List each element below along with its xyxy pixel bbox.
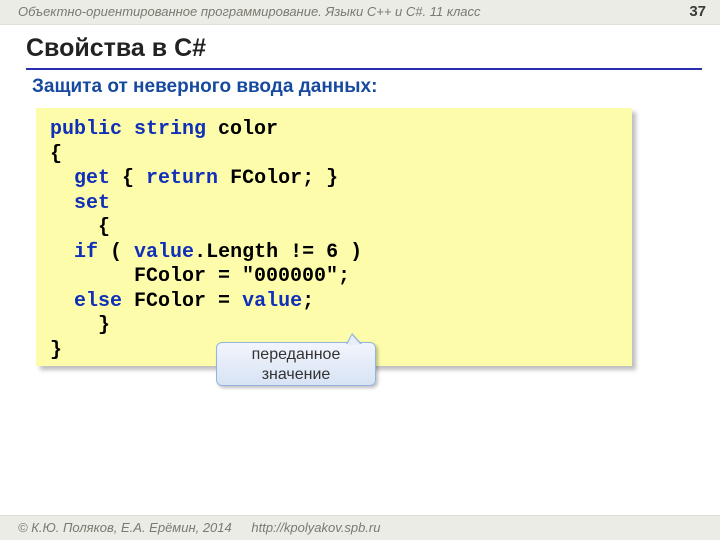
code-l6-mid1: ( <box>98 241 134 264</box>
slide-title: Свойства в C# <box>26 34 206 63</box>
kw-get: get <box>74 167 110 190</box>
kw-if: if <box>74 241 98 264</box>
code-text: public string color { get { return FColo… <box>50 118 618 363</box>
header-bar: Объектно-ориентированное программировани… <box>0 0 720 25</box>
slide: Объектно-ориентированное программировани… <box>0 0 720 540</box>
code-l7: FColor = "000000"; <box>50 265 350 288</box>
callout-bubble: переданное значение <box>216 342 376 386</box>
code-l10: } <box>50 339 62 362</box>
code-l6-mid2: .Length != 6 ) <box>194 241 362 264</box>
code-l8-mid1: FColor = <box>122 290 242 313</box>
kw-value-1: value <box>134 241 194 264</box>
callout-line1: переданное <box>252 346 341 363</box>
code-l2: { <box>50 143 62 166</box>
code-l5: { <box>74 216 110 239</box>
code-l9: } <box>74 314 110 337</box>
code-l3-mid1: { <box>110 167 146 190</box>
callout-line2: значение <box>262 366 331 383</box>
footer-copyright: © К.Ю. Поляков, Е.А. Ерёмин, 2014 <box>18 520 232 535</box>
footer-url: http://kpolyakov.spb.ru <box>251 520 380 535</box>
code-l8-mid2: ; <box>302 290 314 313</box>
kw-string: string <box>134 118 206 141</box>
kw-else: else <box>74 290 122 313</box>
sub-heading: Защита от неверного ввода данных: <box>32 76 377 98</box>
page-number: 37 <box>689 0 706 24</box>
kw-public: public <box>50 118 122 141</box>
kw-set: set <box>74 192 110 215</box>
code-l1-rest: color <box>206 118 278 141</box>
code-block: public string color { get { return FColo… <box>36 108 632 366</box>
title-rule <box>26 68 702 70</box>
course-title: Объектно-ориентированное программировани… <box>18 4 481 19</box>
footer-bar: © К.Ю. Поляков, Е.А. Ерёмин, 2014 http:/… <box>0 515 720 540</box>
kw-value-2: value <box>242 290 302 313</box>
code-l3-mid2: FColor; } <box>218 167 338 190</box>
kw-return: return <box>146 167 218 190</box>
